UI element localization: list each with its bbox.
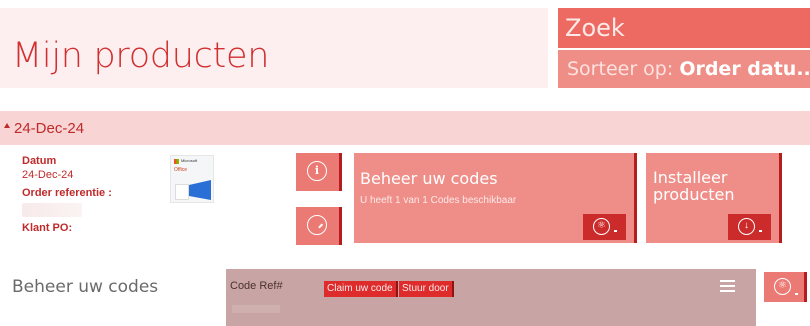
edit-button[interactable] [296,207,342,245]
download-icon: ↓ [738,218,755,235]
product-brand-text: Microsoft [181,158,198,163]
dropdown-indicator-icon [795,293,798,295]
code-ref-label: Code Ref# [230,280,283,292]
order-info: Datum 24-Dec-24 Order referentie : Klant… [22,155,112,235]
key-icon: ⚛ [593,218,610,235]
page-header: Mijn producten Zoek Sorteer op: Order da… [0,0,810,100]
dropdown-indicator-icon [614,230,617,232]
order-date-heading: 24-Dec-24 [14,120,85,137]
manage-codes-tile[interactable]: Beheer uw codes U heeft 1 van 1 Codes be… [354,153,637,243]
client-po-label: Klant PO: [22,222,73,234]
sort-label: Sorteer op: [567,58,680,80]
codes-key-button[interactable]: ⚛ [764,272,807,302]
manage-codes-tile-title: Beheer uw codes [360,169,498,188]
microsoft-logo-icon [174,159,179,164]
install-tile-title-line2: producten [653,185,735,204]
date-value: 24-Dec-24 [22,169,74,181]
info-button[interactable]: i [296,153,342,191]
search-box[interactable]: Zoek [558,8,810,48]
install-download-button[interactable]: ↓ [728,214,771,240]
forward-button[interactable]: Stuur door [399,281,454,297]
hamburger-menu-icon[interactable] [720,280,735,293]
key-icon: ⚛ [774,278,791,295]
claim-code-button[interactable]: Claim uw code [324,281,398,297]
manage-codes-section-title: Beheer uw codes [12,277,159,297]
code-ref-value [232,305,280,313]
date-label: Datum [22,155,57,167]
order-date-group-header[interactable]: 24-Dec-24 [0,111,810,145]
page-title: Mijn producten [12,36,270,76]
page-title-panel: Mijn producten [0,8,548,88]
install-products-tile[interactable]: Installeer producten ↓ [646,153,782,243]
compass-edit-icon [307,215,327,235]
sort-value: Order datu... [679,58,810,80]
manage-codes-tile-subtitle: U heeft 1 van 1 Codes beschikbaar [360,195,517,206]
product-image: Microsoft Office [170,155,214,203]
manage-codes-key-button[interactable]: ⚛ [583,214,626,240]
dropdown-indicator-icon [759,230,762,232]
info-icon: i [307,161,327,181]
sort-dropdown[interactable]: Sorteer op: Order datu... [558,50,810,88]
order-reference-value [22,203,82,217]
codes-panel: Code Ref# Claim uw code Stuur door [226,269,756,326]
order-reference-label: Order referentie : [22,187,112,199]
product-name-text: Office [174,167,187,173]
search-label: Zoek [565,14,625,42]
collapse-caret-icon[interactable] [4,123,10,128]
